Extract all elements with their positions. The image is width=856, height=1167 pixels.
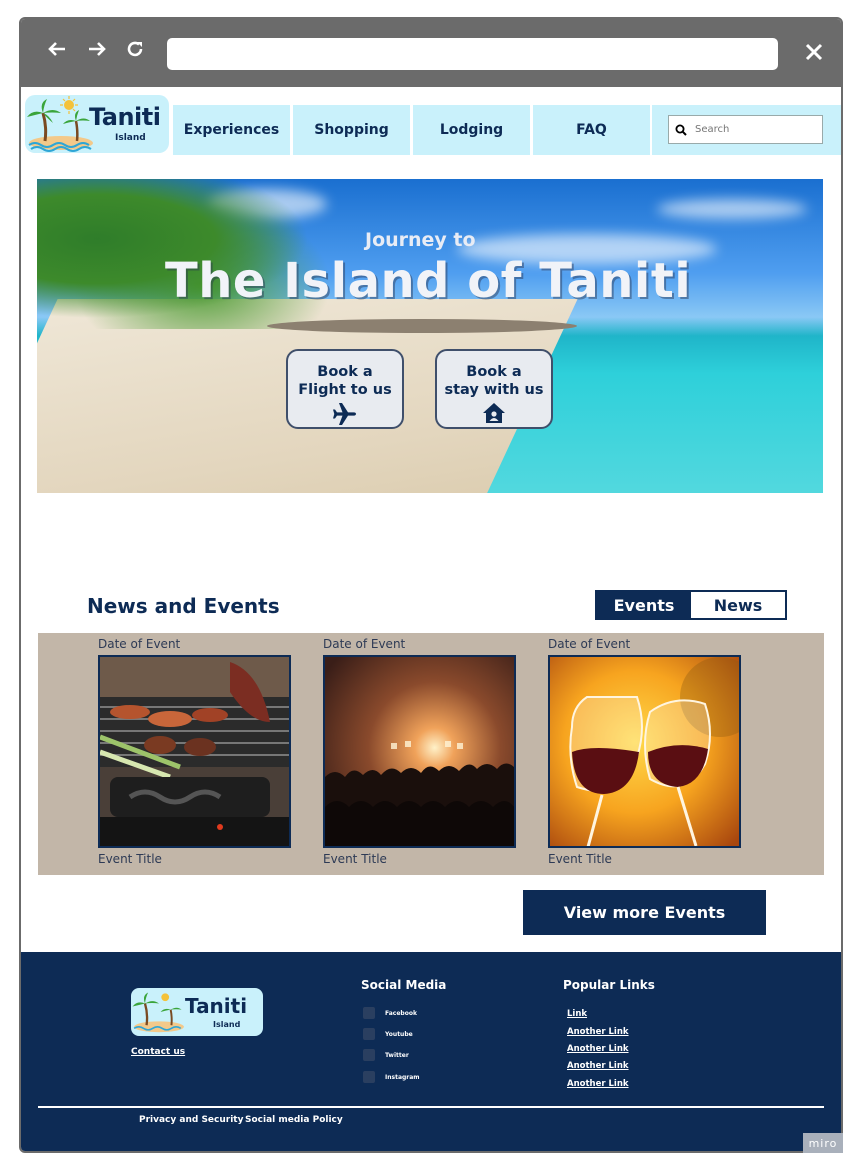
book-flight-line2: Flight to us <box>298 382 392 398</box>
wine-glasses-toast-photo[interactable] <box>548 655 741 848</box>
hero-title: The Island of Taniti <box>165 253 692 309</box>
nav-shopping[interactable]: Shopping <box>293 105 410 155</box>
popular-link[interactable]: Another Link <box>567 1061 629 1071</box>
back-button[interactable] <box>43 39 71 67</box>
social-facebook[interactable]: Facebook <box>363 1007 417 1019</box>
search-input[interactable] <box>693 123 817 136</box>
island-spit <box>267 319 577 333</box>
social-label: Instagram <box>385 1073 420 1081</box>
nav-faq[interactable]: FAQ <box>533 105 650 155</box>
news-events-toggle: Events News <box>595 590 787 620</box>
search-icon <box>675 124 687 136</box>
event-title: Event Title <box>98 852 162 866</box>
popular-links-heading: Popular Links <box>563 978 655 992</box>
hero-subtitle: Journey to <box>365 229 476 251</box>
site-footer: Taniti Island Contact us Social Media Fa… <box>21 952 841 1151</box>
event-date: Date of Event <box>323 637 406 651</box>
news-events-heading: News and Events <box>87 594 280 618</box>
logo-title: Taniti <box>89 103 161 131</box>
social-label: Facebook <box>385 1009 417 1017</box>
book-stay-line1: Book a <box>466 364 522 380</box>
nav-lodging[interactable]: Lodging <box>413 105 530 155</box>
miro-watermark: miro <box>803 1133 843 1153</box>
privacy-link[interactable]: Privacy and Security <box>139 1115 243 1125</box>
forward-button[interactable] <box>83 39 111 67</box>
footer-logo-title: Taniti <box>185 994 248 1018</box>
book-stay-line2: stay with us <box>444 382 544 398</box>
popular-link[interactable]: Another Link <box>567 1079 629 1089</box>
footer-logo-subtitle: Island <box>213 1020 241 1029</box>
book-flight-line1: Book a <box>317 364 373 380</box>
popular-link[interactable]: Another Link <box>567 1044 629 1054</box>
search-area <box>652 105 841 155</box>
palm-tree-logo-icon <box>132 992 184 1033</box>
house-icon <box>483 403 505 423</box>
browser-toolbar <box>21 19 841 87</box>
book-flight-button[interactable]: Book a Flight to us <box>286 349 404 429</box>
logo-subtitle: Island <box>115 133 146 143</box>
social-policy-link[interactable]: Social media Policy <box>245 1115 343 1125</box>
twitter-icon <box>363 1049 375 1061</box>
social-label: Twitter <box>385 1051 409 1059</box>
barbecue-grill-photo[interactable] <box>98 655 291 848</box>
popular-link[interactable]: Another Link <box>567 1027 629 1037</box>
palm-tree-logo-icon <box>27 96 93 152</box>
close-button[interactable] <box>805 37 823 69</box>
nav-experiences[interactable]: Experiences <box>173 105 290 155</box>
airplane-icon <box>333 403 356 425</box>
address-bar[interactable] <box>167 38 778 70</box>
event-date: Date of Event <box>548 637 631 651</box>
close-icon <box>805 43 823 61</box>
social-youtube[interactable]: Youtube <box>363 1028 413 1040</box>
events-strip: Date of Event Event Title Date of Event … <box>38 633 824 875</box>
youtube-icon <box>363 1028 375 1040</box>
concert-crowd-photo[interactable] <box>323 655 516 848</box>
view-more-events-button[interactable]: View more Events <box>523 890 766 935</box>
book-stay-button[interactable]: Book a stay with us <box>435 349 553 429</box>
social-label: Youtube <box>385 1030 413 1038</box>
footer-logo[interactable]: Taniti Island <box>131 988 263 1036</box>
browser-window: Taniti Island Experiences Shopping Lodgi… <box>19 17 843 1153</box>
event-title: Event Title <box>548 852 612 866</box>
tab-news[interactable]: News <box>691 592 785 618</box>
event-date: Date of Event <box>98 637 181 651</box>
social-heading: Social Media <box>361 978 447 992</box>
reload-button[interactable] <box>121 39 149 67</box>
facebook-icon <box>363 1007 375 1019</box>
instagram-icon <box>363 1071 375 1083</box>
site-logo[interactable]: Taniti Island <box>25 95 169 153</box>
main-nav: Experiences Shopping Lodging FAQ <box>173 105 650 155</box>
social-instagram[interactable]: Instagram <box>363 1071 420 1083</box>
arrow-right-icon <box>89 42 106 56</box>
popular-link[interactable]: Link <box>567 1009 587 1019</box>
footer-divider <box>38 1106 824 1108</box>
social-twitter[interactable]: Twitter <box>363 1049 409 1061</box>
site-header: Taniti Island Experiences Shopping Lodgi… <box>21 89 841 169</box>
contact-link[interactable]: Contact us <box>131 1047 185 1057</box>
hero-banner: Journey to The Island of Taniti Book a F… <box>37 179 823 493</box>
tab-events[interactable]: Events <box>597 592 691 618</box>
search-box[interactable] <box>668 115 823 144</box>
event-title: Event Title <box>323 852 387 866</box>
reload-icon <box>127 41 143 57</box>
arrow-left-icon <box>48 42 65 56</box>
